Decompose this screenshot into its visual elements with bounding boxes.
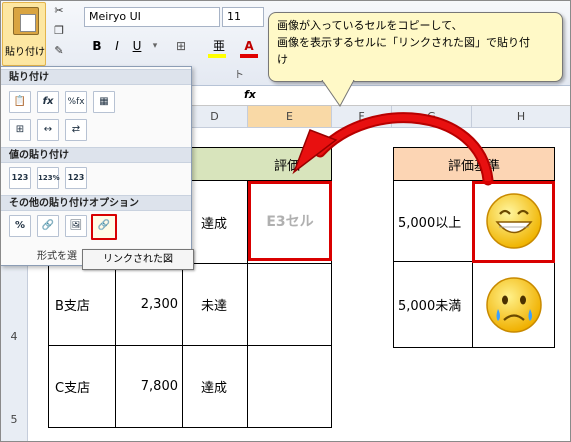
font-color-bar bbox=[240, 54, 258, 58]
paste-link-icon[interactable]: 🔗 bbox=[37, 215, 59, 237]
callout-pointer bbox=[321, 80, 355, 107]
status-cell-3[interactable]: 達成 bbox=[182, 345, 248, 428]
paste-picture-icon[interactable]: 🖼 bbox=[65, 215, 87, 237]
curved-arrow-icon bbox=[292, 112, 494, 186]
eval-cell-2[interactable] bbox=[247, 263, 332, 346]
section-values-label: 値の貼り付け bbox=[1, 147, 191, 163]
paste-linked-picture-icon[interactable]: 🔗 bbox=[91, 214, 117, 240]
paste-button-label: 貼り付け bbox=[5, 47, 45, 58]
fill-color-button[interactable]: 亜 bbox=[208, 38, 230, 54]
section-other-label: その他の貼り付けオプション bbox=[1, 195, 191, 211]
paste-values-icon[interactable]: 123 bbox=[9, 167, 31, 189]
e3-target-cell[interactable]: E3セル bbox=[248, 181, 332, 261]
paste-button[interactable]: 貼り付け bbox=[2, 2, 46, 66]
criteria-threshold-1[interactable]: 5,000以上 bbox=[393, 180, 473, 262]
callout-line-3: け bbox=[277, 53, 288, 66]
amount-cell-2[interactable]: 2,300 bbox=[115, 263, 183, 346]
fill-color-bar bbox=[208, 54, 226, 58]
paste-special-link[interactable]: 形式を選 bbox=[37, 247, 77, 262]
font-color-button[interactable]: A bbox=[240, 38, 258, 54]
store-cell-3[interactable]: C支店 bbox=[48, 345, 116, 428]
paste-transpose-icon[interactable]: ⇄ bbox=[65, 119, 87, 141]
underline-dropdown-icon[interactable]: ▾ bbox=[146, 38, 164, 54]
fx-icon[interactable]: fx bbox=[244, 88, 256, 101]
criteria-threshold-2[interactable]: 5,000未満 bbox=[393, 261, 473, 348]
source-image-highlight bbox=[472, 181, 555, 263]
status-cell-2[interactable]: 未達 bbox=[182, 263, 248, 346]
row-header-5[interactable]: 5 bbox=[0, 413, 28, 426]
row-header-4[interactable]: 4 bbox=[0, 330, 28, 343]
paste-clipboard-icon[interactable]: 📋 bbox=[9, 91, 31, 113]
paste-no-borders-icon[interactable]: ⊞ bbox=[9, 119, 31, 141]
section-paste-label: 貼り付け bbox=[1, 69, 191, 85]
paste-formatting-icon[interactable]: % bbox=[9, 215, 31, 237]
paste-values-source-format-icon[interactable]: 123 bbox=[65, 167, 87, 189]
bold-button[interactable]: B bbox=[88, 38, 106, 54]
cut-icon[interactable]: ✂ bbox=[52, 4, 66, 18]
paste-options-dropdown: 貼り付け 📋 fx %fx ▦ ⊞ ↔ ⇄ 値の貼り付け 123 123% 12… bbox=[0, 66, 192, 266]
format-painter-icon[interactable]: ✎ bbox=[52, 44, 66, 58]
callout-line-2: 画像を表示するセルに「リンクされた図」で貼り付 bbox=[277, 36, 530, 49]
border-button[interactable]: ⊞ bbox=[170, 38, 192, 54]
store-cell-2[interactable]: B支店 bbox=[48, 263, 116, 346]
callout-line-1: 画像が入っているセルをコピーして、 bbox=[277, 19, 463, 32]
eval-cell-3[interactable] bbox=[247, 345, 332, 428]
font-size-select[interactable]: 11 bbox=[222, 7, 264, 27]
italic-button[interactable]: I bbox=[108, 38, 126, 54]
paste-formulas-icon[interactable]: fx bbox=[37, 91, 59, 113]
crying-face-icon bbox=[485, 276, 542, 333]
criteria-emoji-cell-2[interactable] bbox=[472, 261, 555, 348]
instruction-callout: 画像が入っているセルをコピーして、 画像を表示するセルに「リンクされた図」で貼り… bbox=[268, 12, 563, 82]
paste-values-number-format-icon[interactable]: 123% bbox=[37, 167, 60, 189]
paste-formulas-number-format-icon[interactable]: %fx bbox=[65, 91, 87, 113]
clipboard-icon bbox=[13, 7, 39, 35]
group-label: ト bbox=[234, 70, 244, 81]
paste-keep-column-width-icon[interactable]: ↔ bbox=[37, 119, 59, 141]
underline-button[interactable]: U bbox=[128, 38, 146, 54]
linked-picture-tooltip: リンクされた図 bbox=[82, 249, 194, 270]
amount-cell-3[interactable]: 7,800 bbox=[115, 345, 183, 428]
copy-icon[interactable]: ❐ bbox=[52, 24, 66, 38]
paste-keep-source-format-icon[interactable]: ▦ bbox=[93, 91, 115, 113]
font-name-select[interactable]: Meiryo UI bbox=[84, 7, 220, 27]
